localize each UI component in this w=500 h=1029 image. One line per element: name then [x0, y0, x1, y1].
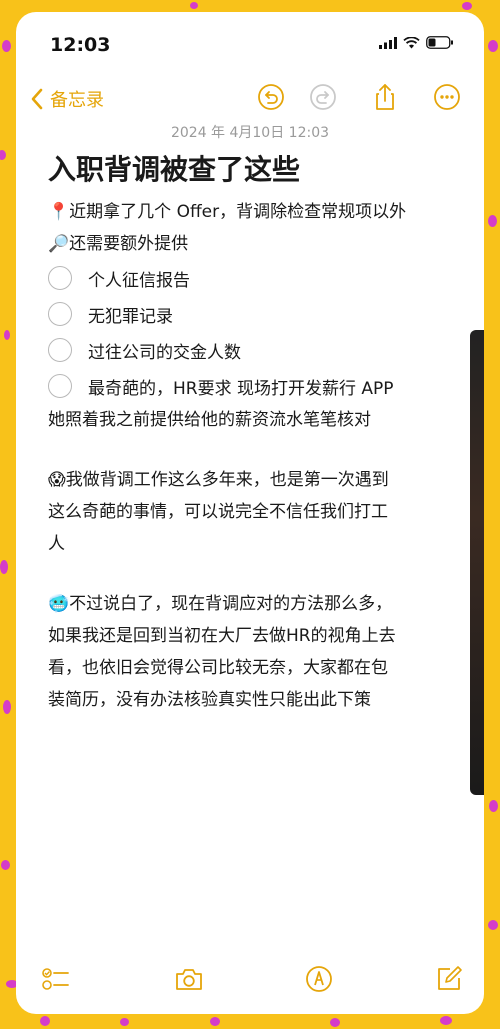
checklist-item: 个人征信报告: [48, 260, 468, 296]
markup-pen-icon[interactable]: [304, 964, 334, 994]
note-text-line: 人: [48, 534, 65, 554]
status-icons: [379, 36, 454, 49]
checklist-item-label: 最奇葩的，HR要求 现场打开发薪行 APP: [88, 378, 394, 399]
background-dot: [488, 40, 498, 52]
camera-icon[interactable]: [174, 964, 204, 994]
background-dot: [2, 40, 11, 52]
checklist-item: 无犯罪记录: [48, 296, 468, 332]
checklist-item-label: 个人征信报告: [88, 270, 190, 291]
checklist-item: 最奇葩的，HR要求 现场打开发薪行 APP: [48, 368, 468, 404]
notes-screen: 12:03 备忘录 2024 年 4月10日 12:03 入职背调被查了这些 📍…: [16, 12, 484, 1014]
note-text-line: 这么奇葩的事情，可以说完全不信任我们打工: [48, 502, 388, 522]
note-text-line: 她照着我之前提供给他的薪资流水笔笔核对: [48, 410, 371, 430]
note-text-line: 装简历，没有办法核验真实性只能出此下策: [48, 690, 371, 710]
note-text-line: 🥶不过说白了，现在背调应对的方法那么多，: [48, 594, 393, 614]
nav-bar: 备忘录: [16, 80, 484, 124]
note-text-line: 看，也依旧会觉得公司比较无奈，大家都在包: [48, 658, 388, 678]
note-title: 入职背调被查了这些: [48, 153, 301, 186]
back-label: 备忘录: [50, 90, 104, 111]
background-dot: [4, 330, 10, 340]
checklist-item-label: 无犯罪记录: [88, 306, 173, 327]
background-dot: [488, 215, 497, 227]
note-text-line: 🔎还需要额外提供: [48, 234, 189, 254]
undo-icon[interactable]: [256, 82, 286, 112]
wifi-icon: [403, 36, 420, 48]
redo-icon[interactable]: [308, 82, 338, 112]
compose-icon[interactable]: [434, 964, 464, 994]
background-dot: [0, 150, 6, 160]
background-dot: [330, 1018, 340, 1027]
background-photo-strip: [470, 330, 484, 795]
background-dot: [210, 1017, 220, 1026]
checkbox-circle[interactable]: [48, 374, 72, 398]
background-dot: [440, 1016, 452, 1025]
note-text-line: 如果我还是回到当初在大厂去做HR的视角上去: [48, 626, 396, 646]
background-dot: [488, 920, 498, 930]
bottom-toolbar: [16, 944, 484, 1014]
status-time: 12:03: [50, 34, 111, 56]
checklist-item-label: 过往公司的交金人数: [88, 342, 241, 363]
note-text-line: 📍近期拿了几个 Offer，背调除检查常规项以外: [48, 202, 407, 222]
background-dot: [120, 1018, 129, 1026]
checklist-item: 过往公司的交金人数: [48, 332, 468, 368]
background-dot: [1, 860, 10, 870]
status-bar: 12:03: [16, 12, 484, 72]
note-timestamp: 2024 年 4月10日 12:03: [170, 125, 330, 141]
note-text-line: 😱我做背调工作这么多年来，也是第一次遇到: [48, 470, 389, 490]
background-dot: [489, 800, 498, 812]
battery-icon: [426, 36, 453, 49]
signal-icon: [379, 36, 397, 49]
checkbox-circle[interactable]: [48, 338, 72, 362]
checkbox-circle[interactable]: [48, 266, 72, 290]
background-dot: [40, 1016, 50, 1026]
chevron-left-icon: [31, 88, 43, 110]
background-dot: [3, 700, 11, 714]
note-body[interactable]: 入职背调被查了这些 📍近期拿了几个 Offer，背调除检查常规项以外 🔎还需要额…: [48, 148, 468, 716]
background-dot: [190, 2, 198, 9]
background-dot: [0, 560, 8, 574]
background-dot: [462, 2, 472, 10]
back-button[interactable]: 备忘录: [30, 86, 104, 112]
share-icon[interactable]: [370, 82, 400, 112]
checkbox-circle[interactable]: [48, 302, 72, 326]
checklist-icon[interactable]: [40, 964, 70, 994]
more-icon[interactable]: [432, 82, 462, 112]
